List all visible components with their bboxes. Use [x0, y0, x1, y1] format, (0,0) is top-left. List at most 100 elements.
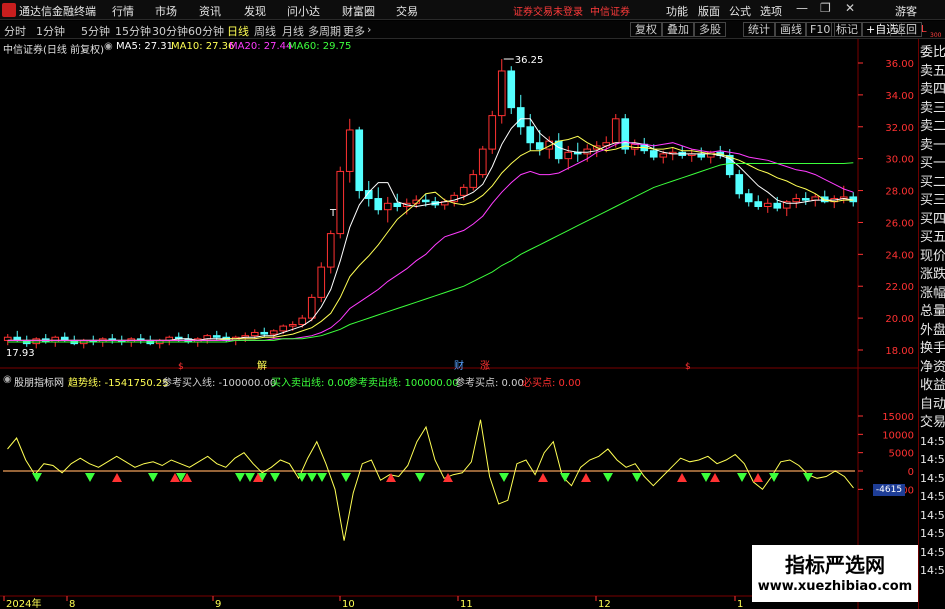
ma20-label: MA20: 27.44	[229, 41, 293, 52]
sidebar-item[interactable]: 涨幅	[920, 286, 945, 302]
sidebar-item[interactable]: 涨跌	[920, 267, 945, 283]
dividend-marker: $	[685, 362, 691, 372]
indicator-name: 股朋指标网	[14, 378, 64, 389]
candle-body	[773, 202, 782, 209]
sidebar-item[interactable]: 外盘	[920, 323, 945, 339]
quote-sidebar: 委比卖五卖四卖三卖二卖一买一买二买三买四买五现价涨跌涨幅总量外盘换手净资收益自动…	[918, 39, 945, 609]
candle-body	[279, 325, 288, 332]
sell-arrow-icon	[307, 473, 317, 482]
candle-body	[516, 107, 525, 128]
sidebar-item[interactable]: 14:56	[920, 508, 945, 524]
sidebar-item[interactable]: 总量	[920, 304, 945, 320]
sidebar-item[interactable]: 卖四	[920, 82, 945, 98]
candle-body	[374, 198, 383, 211]
dividend-marker: $	[178, 362, 184, 372]
sidebar-item[interactable]: 14:56	[920, 471, 945, 487]
candle-body	[32, 338, 41, 345]
sell-arrow-icon	[499, 473, 509, 482]
sell-arrow-icon	[603, 473, 613, 482]
sidebar-day-label: 300	[930, 32, 942, 39]
ma5-label: MA5: 27.31	[116, 41, 174, 52]
sidebar-item[interactable]: 14:56	[920, 434, 945, 450]
date-label: 11	[460, 599, 473, 609]
candle-body	[212, 335, 221, 338]
sell-arrow-icon	[415, 473, 425, 482]
ma-line-ma60	[7, 162, 854, 343]
event-marker: 解	[257, 359, 267, 372]
sell-arrow-icon	[803, 473, 813, 482]
trend-line-label: 趋势线: -1541750.25	[68, 378, 169, 389]
sidebar-item[interactable]: 卖三	[920, 101, 945, 117]
sell-arrow-icon	[632, 473, 642, 482]
buy-sell-line-label: 买入卖出线: 0.00	[271, 378, 350, 389]
candle-body	[535, 142, 544, 150]
price-tick-label: 22.00	[885, 282, 914, 293]
sidebar-item[interactable]: 14:56	[920, 526, 945, 542]
buy-arrow-icon	[443, 473, 453, 482]
sidebar-item[interactable]: 交易	[920, 415, 945, 431]
price-tick-label: 26.00	[885, 218, 914, 229]
candle-body	[421, 199, 430, 203]
candle-body	[497, 70, 506, 117]
candle-body	[754, 201, 763, 207]
sidebar-item[interactable]: 14:56	[920, 545, 945, 561]
price-tick-label: 24.00	[885, 250, 914, 261]
sidebar-item[interactable]: 现价	[920, 249, 945, 265]
chart-canvas[interactable]: 18.00 20.00 22.00 24.00 26.00 28.00 30.00 32.00…	[0, 0, 918, 609]
price-tick-label: 34.00	[885, 91, 914, 102]
date-label: 2024年	[6, 597, 41, 609]
watermark-title: 指标严选网	[785, 553, 885, 577]
trend-line	[7, 419, 854, 541]
sidebar-item[interactable]: 14:56	[920, 452, 945, 468]
candle-body	[763, 202, 772, 208]
sidebar-item[interactable]: 买四	[920, 212, 945, 228]
candle-body	[288, 323, 297, 327]
date-label: 9	[215, 599, 221, 609]
sidebar-item[interactable]: 委比	[920, 45, 945, 61]
sell-arrow-icon	[85, 473, 95, 482]
sell-arrow-icon	[32, 473, 42, 482]
watermark: 指标严选网 www.xuezhibiao.com	[752, 545, 918, 602]
candle-body	[735, 174, 744, 195]
sidebar-flag: L	[921, 24, 927, 35]
sell-arrow-icon	[737, 473, 747, 482]
sidebar-item[interactable]: 净资	[920, 360, 945, 376]
price-tick-label: 32.00	[885, 123, 914, 134]
ref-buy-point-label: 参考买点: 0.00	[455, 378, 524, 389]
sell-arrow-icon	[148, 473, 158, 482]
sidebar-item[interactable]: 卖五	[920, 64, 945, 80]
sidebar-item[interactable]: 收益	[920, 378, 945, 394]
high-price-annotation: 36.25	[515, 55, 544, 66]
candle-body	[507, 70, 516, 109]
sidebar-item[interactable]: 卖二	[920, 119, 945, 135]
sidebar-item[interactable]: 14:56	[920, 489, 945, 505]
indicator-tick-label: 0	[908, 467, 914, 478]
candle-body	[801, 198, 810, 201]
sidebar-item[interactable]: 14:56	[920, 563, 945, 579]
candle-body	[526, 126, 535, 144]
candle-body	[478, 148, 487, 176]
buy-arrow-icon	[677, 473, 687, 482]
sell-arrow-icon	[317, 473, 327, 482]
candle-body	[260, 331, 269, 335]
sidebar-item[interactable]: 买五	[920, 230, 945, 246]
indicator-tick-label: 5000	[889, 449, 914, 460]
buy-arrow-icon	[538, 473, 548, 482]
date-label: 1	[737, 599, 743, 609]
sidebar-item[interactable]: 买二	[920, 175, 945, 191]
sell-arrow-icon	[270, 473, 280, 482]
candle-body	[307, 296, 316, 319]
sidebar-item[interactable]: 卖一	[920, 138, 945, 154]
sidebar-item[interactable]: 买三	[920, 193, 945, 209]
sell-arrow-icon	[341, 473, 351, 482]
candle-body	[621, 118, 630, 150]
ma10-label: MA10: 27.36	[171, 41, 235, 52]
sidebar-item[interactable]: 自动	[920, 397, 945, 413]
candle-body	[792, 198, 801, 203]
sidebar-item[interactable]: 换手	[920, 341, 945, 357]
ma-toggle-icon[interactable]: ◉	[104, 41, 113, 52]
indicator-toggle-icon[interactable]: ◉	[3, 374, 12, 385]
sell-arrow-icon	[701, 473, 711, 482]
date-label: 12	[598, 599, 611, 609]
sidebar-item[interactable]: 买一	[920, 156, 945, 172]
